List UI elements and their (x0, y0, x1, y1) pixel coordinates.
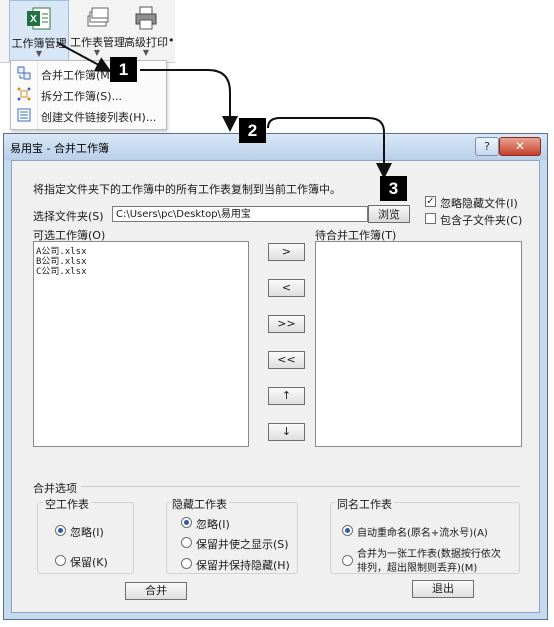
callout-3: 3 (380, 176, 407, 201)
arrow-3 (267, 117, 392, 179)
merge-options-label: 合并选项 (33, 480, 81, 496)
arrow-1 (57, 42, 112, 72)
arrow-2 (140, 69, 238, 132)
callout-arrows (57, 42, 392, 179)
callout-1: 1 (110, 57, 137, 82)
callout-2: 2 (239, 118, 266, 143)
